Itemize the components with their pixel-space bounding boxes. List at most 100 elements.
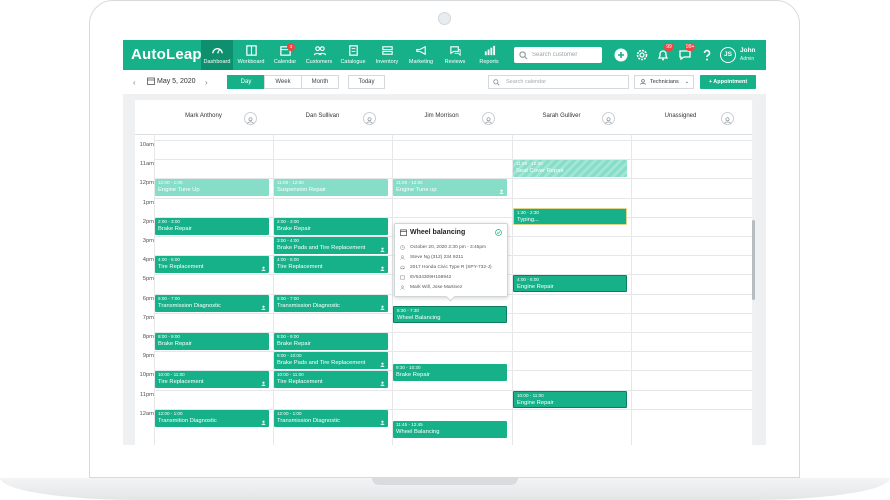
assigned-user-icon xyxy=(380,239,385,252)
avatar[interactable]: JS xyxy=(720,47,736,63)
hour-label: 11pm xyxy=(139,391,154,398)
appointment-block[interactable]: 10:00 - 11:00 Tire Replacement xyxy=(274,371,388,389)
appointment-time: 10:00 - 11:00 xyxy=(517,392,544,398)
hour-label: 7pm xyxy=(142,314,154,321)
assigned-user-icon xyxy=(380,354,385,368)
help-icon[interactable] xyxy=(700,48,714,62)
appointment-block[interactable]: 9:00 - 10:00 Brake Pads and Tire Replacem… xyxy=(274,352,388,370)
appointment-block[interactable]: 3:00 - 4:00 Brake Pads and Tire Replaceme… xyxy=(274,237,388,254)
appointment-block[interactable]: 8:00 - 9:00 Brake Repair xyxy=(155,333,269,350)
appointment-block[interactable]: 4:00 - 5:00 Tire Replacement xyxy=(274,256,388,274)
hour-label: 4pm xyxy=(142,257,154,264)
nav-label: Reports xyxy=(479,59,499,65)
next-arrow-icon[interactable]: › xyxy=(205,78,208,87)
appointment-block[interactable]: 4:00 - 5:00 Engine Repair xyxy=(513,275,627,293)
today-button[interactable]: Today xyxy=(348,75,385,89)
nav-label: Marketing xyxy=(408,59,434,65)
technician-icon xyxy=(400,285,405,290)
appointment-block[interactable]: 12:00 - 1:00 Transmission Diagnostic xyxy=(274,409,388,427)
appointment-block[interactable]: 11:00 - 12:00 Seat Cover Repair xyxy=(513,160,627,178)
autoleap-logo[interactable]: AutoLeap● xyxy=(131,46,206,63)
technician-avatar-icon[interactable] xyxy=(482,112,495,125)
add-appointment-button[interactable]: + Appointment xyxy=(700,75,756,89)
prev-arrow-icon[interactable]: ‹ xyxy=(133,78,136,87)
nav-workboard[interactable]: Workboard xyxy=(235,40,267,70)
appointment-block[interactable]: 11:00 - 12:00 Engine Tune up xyxy=(393,179,507,197)
chevron-down-icon: ⌄ xyxy=(684,79,689,85)
appointment-time: 12:00 - 1:00 xyxy=(158,180,183,186)
appointment-title: Tire Replacement xyxy=(277,264,323,271)
add-circle-icon[interactable] xyxy=(614,48,628,62)
hour-gridline xyxy=(154,159,755,161)
nav-inventory[interactable]: Inventory xyxy=(371,40,403,70)
top-nav: AutoLeap● Dashboard Workboard 3 Calendar… xyxy=(123,40,766,70)
popover-vin: 8V534309H159942 xyxy=(410,275,452,280)
nav-dashboard[interactable]: Dashboard xyxy=(201,40,233,70)
appointment-block[interactable]: 6:30 - 7:30 Wheel Balancing xyxy=(393,306,507,324)
appointment-title: Brake Repair xyxy=(158,225,192,232)
appointment-block[interactable]: 6:00 - 7:00 Transmission Diagnostic xyxy=(274,294,388,312)
hour-gridline xyxy=(154,389,755,391)
view-month-button[interactable]: Month xyxy=(301,75,339,89)
appointment-title: Brake Repair xyxy=(277,341,311,347)
appointment-time: 10:00 - 11:00 xyxy=(277,372,304,378)
technician-avatar-icon[interactable] xyxy=(602,112,615,125)
customers-icon xyxy=(313,46,326,56)
nav-marketing[interactable]: Marketing xyxy=(405,40,437,70)
calendar-icon xyxy=(400,229,407,236)
appointment-block[interactable]: 2:00 - 3:00 Brake Repair xyxy=(274,217,388,235)
user-role: Admin xyxy=(740,56,755,62)
appointment-block[interactable]: 8:00 - 9:00 Brake Repair xyxy=(274,333,388,350)
appointment-popover[interactable]: Wheel balancing October 20, 2020 2:30 pm… xyxy=(394,223,508,302)
appointment-time: 4:00 - 5:00 xyxy=(158,257,180,263)
nav-calendar[interactable]: 3 Calendar xyxy=(269,40,301,70)
appointment-time: 4:00 - 5:00 xyxy=(517,277,539,283)
unassigned-icon[interactable] xyxy=(721,112,734,125)
nav-label: Customers xyxy=(305,59,333,65)
hour-label: 12am xyxy=(139,410,154,417)
gear-icon[interactable] xyxy=(635,48,649,62)
calendar-icon xyxy=(147,77,155,85)
appointment-block[interactable]: 12:00 - 1:00 Engine Tune Up xyxy=(155,179,269,197)
current-date[interactable]: May 5, 2020 xyxy=(157,78,196,85)
calendar-toolbar: ‹ May 5, 2020 › Day Week Month Today Tec… xyxy=(123,70,766,94)
nav-reviews[interactable]: Reviews xyxy=(439,40,471,70)
nav-catalogue[interactable]: Catalogue xyxy=(337,40,369,70)
appointment-time: 12:00 - 1:00 xyxy=(158,410,183,416)
workboard-icon xyxy=(245,45,257,56)
appointment-block[interactable]: 12:00 - 1:00 Transmition Diagnostic xyxy=(155,409,269,427)
popover-title: Wheel balancing xyxy=(410,229,466,236)
view-day-button[interactable]: Day xyxy=(227,75,265,89)
appointment-time: 11:45 - 12:45 xyxy=(396,422,423,428)
calendar-scrollbar-thumb[interactable] xyxy=(752,220,755,300)
technicians-select[interactable]: Technicians ⌄ xyxy=(634,75,694,89)
nav-customers[interactable]: Customers xyxy=(303,40,335,70)
appointment-title: Wheel Balancing xyxy=(397,315,441,322)
check-circle-icon[interactable] xyxy=(495,229,502,236)
appointment-block[interactable]: 6:00 - 7:00 Transmission Diagnostic xyxy=(155,294,269,312)
hour-label: 6pm xyxy=(142,295,154,302)
hour-label: 11am xyxy=(139,161,154,168)
appointment-block[interactable]: 2:00 - 3:00 Brake Repair xyxy=(155,217,269,235)
appointment-block[interactable]: 4:00 - 5:00 Tire Replacement xyxy=(155,256,269,274)
laptop-notch xyxy=(372,478,518,485)
appointment-time: 8:00 - 9:00 xyxy=(158,334,180,339)
appointment-title: Engine Tune up xyxy=(396,187,437,194)
appointment-block[interactable]: 10:00 - 11:00 Engine Repair xyxy=(513,390,627,408)
technician-avatar-icon[interactable] xyxy=(363,112,376,125)
appointment-block[interactable]: 11:45 - 12:45 Wheel Balancing xyxy=(393,421,507,439)
appointment-block[interactable]: 10:00 - 11:00 Tire Replacement xyxy=(155,371,269,389)
nav-reports[interactable]: Reports xyxy=(473,40,505,70)
technician-avatar-icon[interactable] xyxy=(244,112,257,125)
search-calendar-input[interactable] xyxy=(488,75,629,89)
nav-label: Workboard xyxy=(237,59,265,65)
appointment-block[interactable]: 9:30 - 10:30 Brake Repair xyxy=(393,363,507,381)
appointment-block[interactable]: 1:30 - 2:30 Typing... xyxy=(513,208,627,226)
header-divider xyxy=(135,134,755,135)
search-icon xyxy=(519,51,528,60)
reports-icon xyxy=(484,45,495,56)
assigned-user-icon xyxy=(261,373,266,387)
view-week-button[interactable]: Week xyxy=(264,75,302,89)
appointment-block[interactable]: 11:00 - 12:00 Suspension Repair xyxy=(274,179,388,197)
app-screen: AutoLeap● Dashboard Workboard 3 Calendar… xyxy=(123,40,766,445)
